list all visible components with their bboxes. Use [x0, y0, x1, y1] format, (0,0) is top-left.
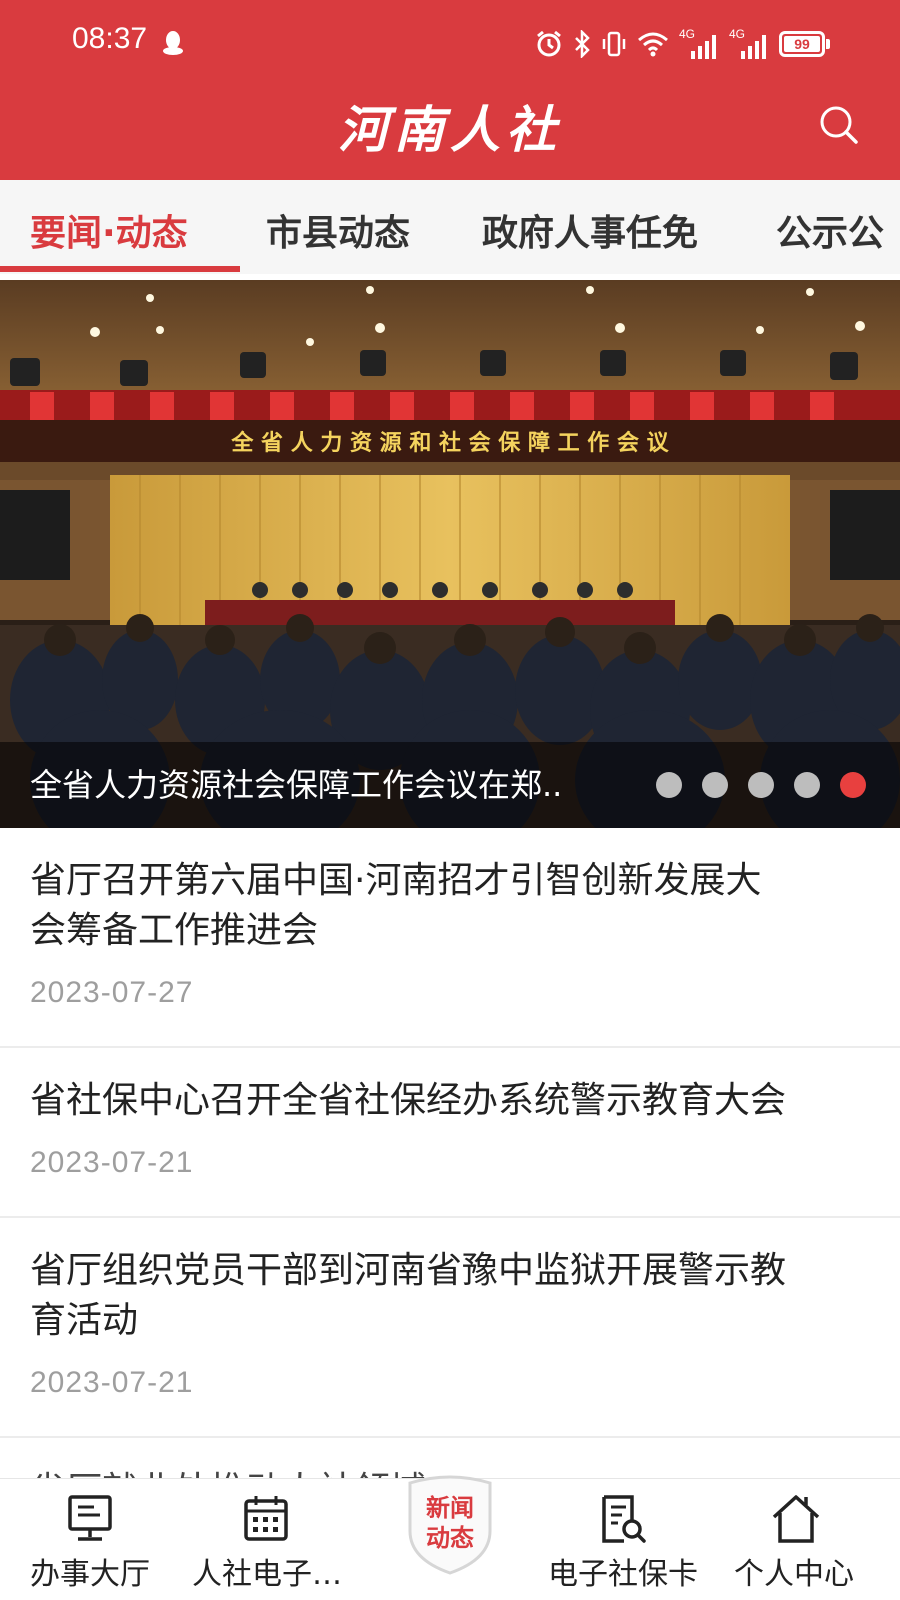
alarm-icon — [537, 30, 561, 57]
nav-news-updates[interactable]: 新闻 动态 — [404, 1493, 496, 1553]
carousel-dot[interactable] — [656, 772, 682, 798]
tab-public-notice[interactable]: 公示公 — [776, 204, 884, 256]
news-item[interactable]: 省厅召开第六届中国·河南招才引智创新发展大 会筹备工作推进会 2023-07-2… — [0, 828, 900, 1048]
carousel-caption[interactable]: 全省人力资源社会保障工作会议在郑.. — [30, 760, 620, 806]
news-title: 省社保中心召开全省社保经办系统警示教育大会 — [30, 1076, 870, 1126]
status-time: 08:37 — [72, 22, 148, 55]
qq-notification-icon — [163, 31, 183, 55]
stage-banner-text: 全 省 人 力 资 源 和 社 会 保 障 工 作 会 议 — [230, 430, 669, 456]
nav-label: 个人中心 — [734, 1557, 854, 1592]
nav-electronic-services[interactable]: 人社电子… — [180, 1479, 360, 1600]
category-tabs: 要闻·动态 市县动态 政府人事任免 公示公 — [0, 180, 900, 274]
news-list: 省厅召开第六届中国·河南招才引智创新发展大 会筹备工作推进会 2023-07-2… — [0, 828, 900, 1511]
carousel-indicators — [656, 772, 866, 798]
news-title: 省厅组织党员干部到河南省豫中监狱开展警示教 育活动 — [30, 1246, 870, 1346]
bottom-navigation: 办事大厅 人社电子… 新闻 动态 电子社保卡 个人中心 — [0, 1475, 900, 1600]
news-item[interactable]: 省厅组织党员干部到河南省豫中监狱开展警示教 育活动 2023-07-21 — [0, 1218, 900, 1438]
vibrate-icon — [602, 31, 626, 57]
tab-city-county[interactable]: 市县动态 — [266, 204, 410, 256]
search-icon[interactable] — [818, 104, 860, 146]
carousel-dot[interactable] — [794, 772, 820, 798]
news-date: 2023-07-27 — [30, 976, 194, 1009]
tab-personnel-appointments[interactable]: 政府人事任免 — [482, 204, 698, 256]
bluetooth-icon — [575, 30, 590, 58]
document-search-icon — [602, 1495, 646, 1543]
signal-2: 4G — [729, 27, 769, 59]
carousel-dot-active[interactable] — [840, 772, 866, 798]
nav-label: 新闻 — [426, 1494, 474, 1522]
news-title-line: 省厅组织党员干部到河南省豫中监狱开展警示教 — [30, 1250, 787, 1291]
signal-bars-icon — [691, 35, 716, 59]
active-tab-indicator — [0, 266, 240, 272]
app-title: 河南人社 — [338, 100, 562, 159]
signal-1: 4G — [679, 27, 719, 59]
news-title-line: 省社保中心召开全省社保经办系统警示教育大会 — [30, 1080, 787, 1121]
news-date: 2023-07-21 — [30, 1366, 194, 1399]
news-title: 省厅召开第六届中国·河南招才引智创新发展大 会筹备工作推进会 — [30, 856, 870, 956]
carousel-dot[interactable] — [702, 772, 728, 798]
nav-service-hall[interactable]: 办事大厅 — [0, 1479, 180, 1600]
nav-personal-center[interactable]: 个人中心 — [720, 1479, 900, 1600]
monitor-icon — [68, 1495, 112, 1541]
nav-label: 动态 — [426, 1524, 474, 1552]
tab-news-updates[interactable]: 要闻·动态 — [30, 204, 188, 256]
signal-bars-icon — [741, 35, 766, 59]
nav-label: 电子社保卡 — [548, 1557, 698, 1592]
battery-indicator: 99 — [779, 31, 830, 57]
status-bar: 08:37 4G 4G 99 — [0, 0, 900, 88]
status-icons: 4G 4G 99 — [535, 24, 830, 64]
news-title-line: 会筹备工作推进会 — [30, 910, 319, 951]
news-item[interactable]: 省社保中心召开全省社保经办系统警示教育大会 2023-07-21 — [0, 1048, 900, 1218]
news-title-line: 省厅召开第六届中国·河南招才引智创新发展大 — [30, 860, 762, 901]
news-title-line: 育活动 — [30, 1300, 139, 1341]
battery-level: 99 — [784, 36, 820, 52]
nav-label: 人社电子… — [192, 1557, 342, 1592]
app-header: 08:37 4G 4G 99 河南人社 — [0, 0, 900, 180]
home-icon — [772, 1495, 820, 1543]
nav-label: 办事大厅 — [30, 1557, 150, 1592]
carousel-dot[interactable] — [748, 772, 774, 798]
calendar-grid-icon — [244, 1496, 288, 1541]
nav-social-security-card[interactable]: 电子社保卡 — [540, 1479, 720, 1600]
news-date: 2023-07-21 — [30, 1146, 194, 1179]
news-carousel[interactable]: 全 省 人 力 资 源 和 社 会 保 障 工 作 会 议 全省人力资源社会保障… — [0, 280, 900, 828]
wifi-icon — [638, 32, 668, 57]
